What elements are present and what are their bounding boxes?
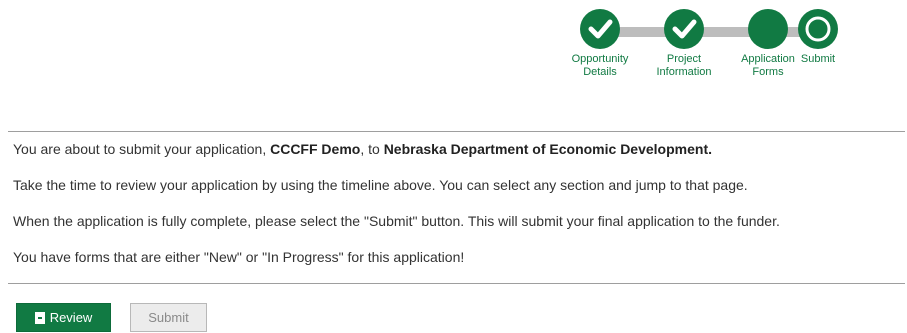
incomplete-forms-warning: You have forms that are either "New" or … bbox=[13, 249, 465, 265]
step-complete-marker bbox=[664, 9, 704, 49]
step-current-marker bbox=[748, 9, 788, 49]
review-instructions: Take the time to review your application… bbox=[13, 177, 748, 193]
checkmark-icon bbox=[672, 19, 697, 39]
checkmark-icon bbox=[588, 19, 613, 39]
submit-instructions: When the application is fully complete, … bbox=[13, 213, 780, 229]
funder-name: Nebraska Department of Economic Developm… bbox=[383, 141, 712, 157]
step-submit[interactable]: Submit bbox=[784, 6, 852, 66]
top-divider bbox=[8, 131, 905, 132]
step-complete-marker bbox=[580, 9, 620, 49]
step-label: Opportunity Details bbox=[571, 53, 629, 78]
step-pending-marker bbox=[798, 9, 838, 49]
application-name: CCCFF Demo bbox=[270, 141, 361, 157]
ring-icon bbox=[805, 16, 831, 42]
step-project-information[interactable]: Project Information bbox=[642, 6, 726, 79]
submission-panel: You are about to submit your application… bbox=[8, 131, 905, 284]
document-icon bbox=[34, 311, 45, 324]
application-timeline: Opportunity Details Project Information Ap… bbox=[558, 6, 858, 88]
step-opportunity-details[interactable]: Opportunity Details bbox=[558, 6, 642, 79]
submission-intro: You are about to submit your application… bbox=[13, 141, 712, 157]
submit-button-label: Submit bbox=[148, 310, 189, 325]
review-button-label: Review bbox=[49, 310, 93, 325]
step-label: Project Information bbox=[656, 53, 712, 78]
submit-button[interactable]: Submit bbox=[130, 303, 207, 332]
step-label: Submit bbox=[800, 53, 836, 65]
bottom-divider bbox=[8, 283, 905, 284]
review-button[interactable]: Review bbox=[16, 303, 111, 332]
